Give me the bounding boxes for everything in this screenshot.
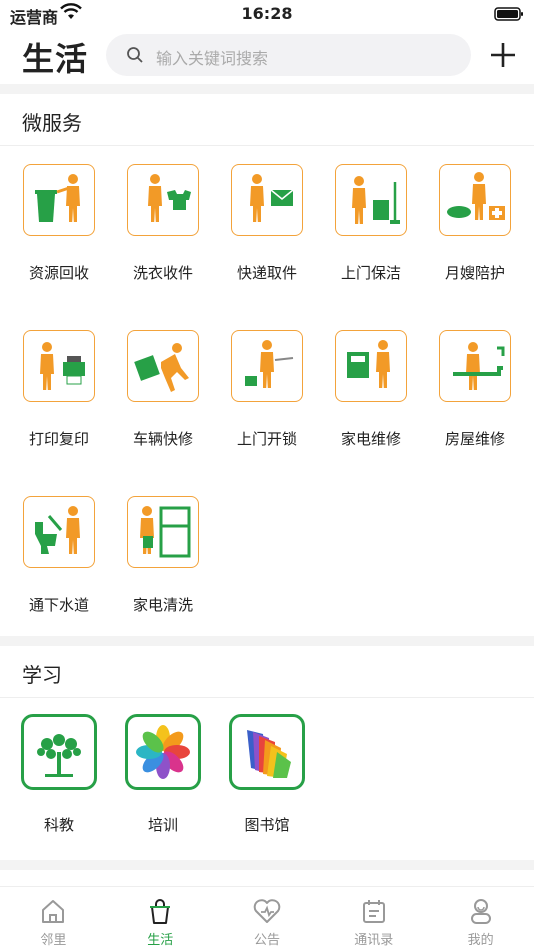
- service-item-house-repair[interactable]: 房屋维修: [423, 330, 527, 449]
- tree-icon: [21, 714, 97, 790]
- search-icon: [126, 46, 144, 68]
- tab-neighbors[interactable]: 邻里: [0, 887, 107, 951]
- books-icon: [229, 714, 305, 790]
- micro-services-header: 微服务: [0, 94, 534, 146]
- service-item-courier[interactable]: 快递取件: [215, 164, 319, 283]
- cleaning-icon: [335, 164, 407, 236]
- clock: 16:28: [241, 4, 293, 23]
- service-label: 上门开锁: [236, 430, 297, 448]
- learning-item-training[interactable]: 培训: [111, 714, 215, 835]
- service-label: 月嫂陪护: [444, 264, 505, 282]
- service-item-printing[interactable]: 打印复印: [7, 330, 111, 449]
- service-item-locksmith[interactable]: 上门开锁: [215, 330, 319, 449]
- car-repair-icon: [127, 330, 199, 402]
- tab-label: 生活: [147, 933, 174, 948]
- locksmith-icon: [231, 330, 303, 402]
- tab-contacts[interactable]: 通讯录: [320, 887, 427, 951]
- courier-icon: [231, 164, 303, 236]
- profile-icon: [427, 897, 534, 925]
- search-placeholder: 输入关键词搜索: [156, 49, 269, 68]
- service-item-cleaning[interactable]: 上门保洁: [319, 164, 423, 283]
- service-label: 车辆快修: [132, 430, 193, 448]
- section-divider: [0, 636, 534, 646]
- section-divider: [0, 860, 534, 870]
- add-button[interactable]: [486, 36, 520, 74]
- service-label: 通下水道: [28, 596, 89, 614]
- learning-label: 科教: [43, 816, 74, 834]
- tab-bar: 邻里 生活 公告 通讯录 我的: [0, 886, 534, 950]
- service-item-plumbing[interactable]: 通下水道: [7, 496, 111, 615]
- appliance-repair-icon: [335, 330, 407, 402]
- nanny-icon: [439, 164, 511, 236]
- bag-icon: [107, 897, 214, 925]
- service-label: 家电维修: [340, 430, 401, 448]
- section-title: 微服务: [22, 111, 82, 135]
- appliance-cleaning-icon: [127, 496, 199, 568]
- learning-item-library[interactable]: 图书馆: [215, 714, 319, 835]
- section-title: 学习: [22, 663, 62, 687]
- learning-item-science[interactable]: 科教: [7, 714, 111, 835]
- printer-icon: [23, 330, 95, 402]
- service-item-laundry[interactable]: 洗衣收件: [111, 164, 215, 283]
- tab-label: 公告: [253, 933, 280, 948]
- service-label: 资源回收: [28, 264, 89, 282]
- service-item-car-repair[interactable]: 车辆快修: [111, 330, 215, 449]
- header: 生活 输入关键词搜索: [0, 28, 534, 84]
- calendar-icon: [320, 897, 427, 925]
- tab-label: 通讯录: [354, 933, 394, 948]
- plumbing-icon: [23, 496, 95, 568]
- tab-life[interactable]: 生活: [107, 887, 214, 951]
- status-bar: 运营商 16:28: [0, 0, 534, 28]
- service-label: 打印复印: [28, 430, 89, 448]
- service-label: 快递取件: [236, 264, 297, 282]
- laundry-icon: [127, 164, 199, 236]
- service-label: 上门保洁: [340, 264, 401, 282]
- tab-label: 邻里: [40, 933, 67, 948]
- tab-profile[interactable]: 我的: [427, 887, 534, 951]
- service-label: 房屋维修: [444, 430, 505, 448]
- home-icon: [0, 897, 107, 925]
- house-repair-icon: [439, 330, 511, 402]
- service-item-nanny[interactable]: 月嫂陪护: [423, 164, 527, 283]
- service-label: 洗衣收件: [132, 264, 193, 282]
- service-item-appliance-repair[interactable]: 家电维修: [319, 330, 423, 449]
- search-input[interactable]: 输入关键词搜索: [106, 34, 471, 76]
- tab-announcements[interactable]: 公告: [214, 887, 321, 951]
- heart-icon: [214, 897, 321, 925]
- tab-label: 我的: [467, 933, 494, 948]
- recycle-icon: [23, 164, 95, 236]
- learning-header: 学习: [0, 646, 534, 698]
- page-title: 生活: [22, 40, 89, 78]
- section-divider: [0, 84, 534, 94]
- learning-label: 培训: [147, 816, 178, 834]
- service-label: 家电清洗: [132, 596, 193, 614]
- service-item-recycle[interactable]: 资源回收: [7, 164, 111, 283]
- learning-label: 图书馆: [244, 816, 290, 834]
- service-item-appliance-cleaning[interactable]: 家电清洗: [111, 496, 215, 615]
- pinwheel-icon: [125, 714, 201, 790]
- battery-icon: [494, 6, 524, 25]
